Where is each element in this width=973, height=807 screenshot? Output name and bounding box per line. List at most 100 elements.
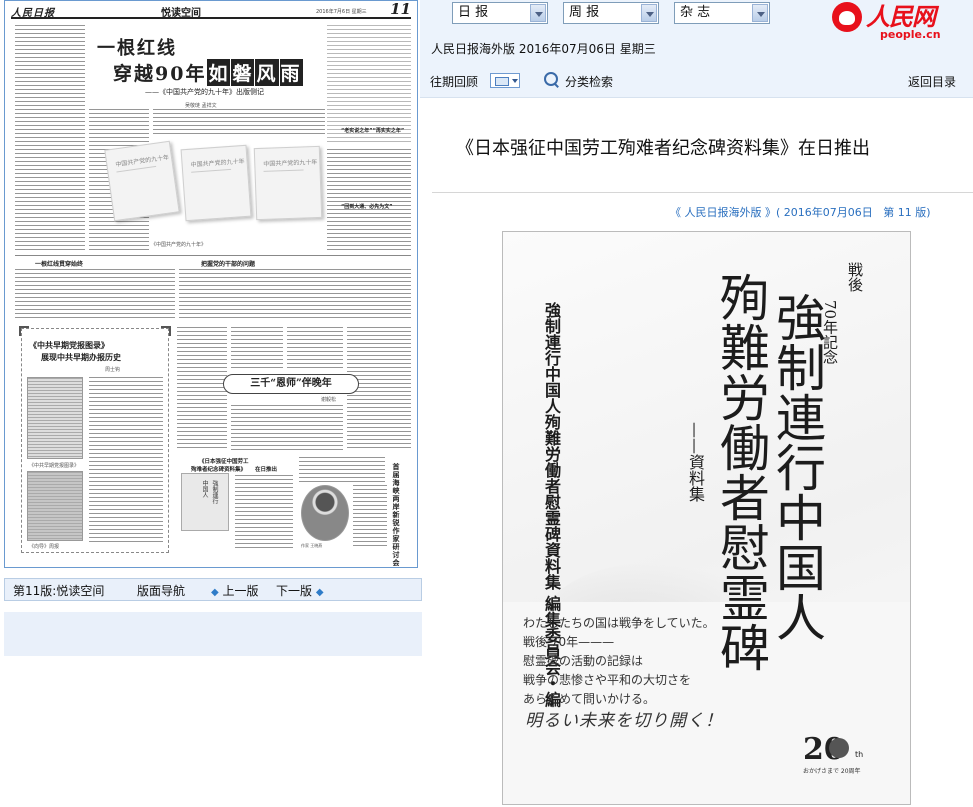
headline-box-char: 风 (255, 59, 279, 86)
prev-page-link[interactable]: ◆ 上一版 (211, 582, 259, 599)
cover-edition-mark: 戦後 (846, 262, 864, 292)
cover-main-title-2: 殉難労働者慰霊碑 (712, 272, 770, 672)
jp-book-title-3: 在日推出 (255, 467, 278, 473)
newspaper-header: 人民日报 悦读空间 2016年7月6日 星期三 11 (11, 1, 411, 19)
source-date: 2016年07月06日 (783, 206, 873, 219)
chevron-down-icon (530, 4, 546, 22)
newspaper-page[interactable]: 人民日报 悦读空间 2016年7月6日 星期三 11 一根红线 穿越90年如磐风… (4, 0, 418, 568)
cover-line: 戦争の悲惨さや平和の大切さを (523, 673, 692, 687)
next-page-label: 下一版 (276, 584, 313, 598)
photo-caption: 作家 王晓燕 (301, 543, 323, 548)
select-magazine[interactable]: 杂 志 (674, 2, 770, 24)
headline-box-char: 雨 (279, 59, 303, 86)
mid-section-title: 一根红线贯穿始终 (35, 261, 84, 268)
newspaper-headline-sub: ——《中国共产党的九十年》出版侧记 (145, 88, 264, 96)
top-bar: 日 报 周 报 杂 志 人民日报海外版 2016年07月06日 星期三 人民网 … (420, 0, 973, 62)
mid-section-title: 把握党的干部的问题 (201, 261, 256, 268)
arrow-right-icon: ◆ (315, 587, 324, 598)
edition-info: 人民日报海外版 2016年07月06日 星期三 (431, 42, 656, 56)
cover-line: 戦後 70年——— (523, 635, 615, 649)
vertical-title: 首届海峡两岸新锐作家研讨会 (392, 463, 400, 567)
newspaper-page-number: 11 (390, 0, 411, 18)
back-to-index-link[interactable]: 返回目录 (908, 73, 956, 90)
book-image: 中国共产党的九十年 (104, 140, 180, 222)
badge-suffix: th (855, 750, 864, 759)
article-text-column (153, 109, 325, 135)
layout-nav-link[interactable]: 版面导航 (137, 582, 185, 599)
box-title-2: 展现中共早期办报历史 (41, 352, 121, 362)
article-text-column (299, 457, 385, 483)
source-prefix: 《 人民日报海外版 》( (670, 206, 784, 219)
box-caption: 《向导》周报 (29, 544, 60, 550)
column-title: “回到大通、必先为文” (341, 204, 393, 210)
select-daily[interactable]: 日 报 (452, 2, 548, 24)
divider (432, 192, 973, 193)
headline-box-char: 磐 (231, 59, 255, 86)
chevron-down-icon (641, 4, 657, 22)
newspaper-headline-line1: 一根红线 (97, 38, 177, 59)
select-magazine-value: 杂 志 (680, 5, 711, 20)
article-text-column (179, 269, 411, 321)
article-text-column (327, 149, 411, 253)
category-search-link[interactable]: 分类检索 (565, 73, 613, 90)
headline-box-char: 如 (207, 59, 231, 86)
article-text-column (177, 327, 227, 451)
sanqian-author: 谢毅松 (321, 397, 337, 403)
article-text-column (231, 327, 283, 371)
book-image: 中国共产党的九十年 (253, 145, 323, 221)
box-title-1: 《中共早期党报图录》 (29, 340, 109, 350)
jp-book-title-2: 殉难者纪念碑资料集》 (191, 467, 247, 473)
jp-book-thumbnail[interactable]: 強制連行 中国人 (181, 473, 229, 531)
newspaper-scan-image (27, 377, 83, 459)
article-text-column (15, 25, 85, 253)
thumb-text: 中国人 (201, 480, 208, 498)
book-cover-image: 戦後 70年記念 強制連行中国人 殉難労働者慰霊碑 ——資料集 強制連行中国人殉… (502, 231, 911, 805)
back-issues-link[interactable]: 往期回顾 (430, 73, 478, 90)
article-text-column (235, 475, 293, 549)
book-spine-text: 中国共产党的九十年 (263, 158, 318, 168)
select-weekly[interactable]: 周 报 (563, 2, 659, 24)
cover-main-title-1: 強制連行中国人 (768, 292, 826, 642)
newspaper-date: 2016年7月6日 星期三 (316, 9, 367, 15)
box-corner (19, 326, 29, 336)
cover-subtitle: ——資料集 (686, 422, 705, 502)
badge-circle-icon (829, 738, 849, 758)
book-spine-text: 中国共产党的九十年 (115, 154, 170, 169)
newspaper-byline: 吴敬琏 孟祥文 (185, 103, 217, 109)
cover-line: 慰霊碑の活動の記録は (523, 654, 644, 668)
newspaper-scan-image (27, 471, 83, 541)
book-spine-text: 中国共产党的九十年 (190, 157, 245, 169)
newspaper-headline-line2: 穿越90年如磐风雨 (113, 59, 303, 86)
page-navigation-bar: 第11版:悦读空间 版面导航 ◆ 上一版 下一版 ◆ (4, 578, 422, 601)
article-text-column (353, 485, 387, 549)
newspaper-logo: 人民日报 (11, 8, 55, 19)
column-title: “老实说之年”“再实实之年” (341, 128, 405, 134)
article-text-column (89, 377, 163, 545)
source-suffix: ) (926, 206, 931, 219)
calendar-dropdown-icon[interactable] (490, 73, 520, 88)
author-photo (301, 485, 349, 541)
article-text-column (231, 405, 343, 451)
thumb-text: 強制連行 (211, 480, 218, 504)
article-source: 《 人民日报海外版 》( 2016年07月06日 第 11 版) (670, 204, 931, 220)
brand-en: people.cn (880, 28, 941, 41)
jp-book-title-1: 《日本强征中国劳工 (199, 459, 249, 465)
box-author: 周士钩 (105, 367, 121, 373)
cover-20th-badge: 20 th おかげさまで 20周年 (803, 732, 883, 782)
book-image: 中国共产党的九十年 (180, 144, 252, 222)
people-logo-icon (832, 2, 862, 32)
box-caption: 《中共早期党报图录》 (29, 463, 80, 469)
newspaper-section-title: 悦读空间 (161, 8, 201, 19)
next-page-link[interactable]: 下一版 ◆ (276, 582, 324, 599)
sanqian-title-badge: 三千“恩师”伴晚年 (223, 374, 359, 394)
article-text-column (287, 327, 343, 371)
headline-plain: 穿越90年 (113, 63, 207, 85)
books-caption: 《中国共产党的九十年》 (151, 242, 207, 248)
people-cn-logo[interactable]: 人民网 people.cn (832, 0, 972, 44)
current-edition-label: 第11版:悦读空间 (13, 584, 105, 598)
page-navigation-panel (4, 612, 422, 656)
search-icon[interactable] (544, 72, 560, 88)
cover-line: わたしたちの国は戦争をしていた。 (523, 616, 715, 630)
arrow-left-icon: ◆ (211, 587, 219, 598)
divider (15, 255, 411, 256)
